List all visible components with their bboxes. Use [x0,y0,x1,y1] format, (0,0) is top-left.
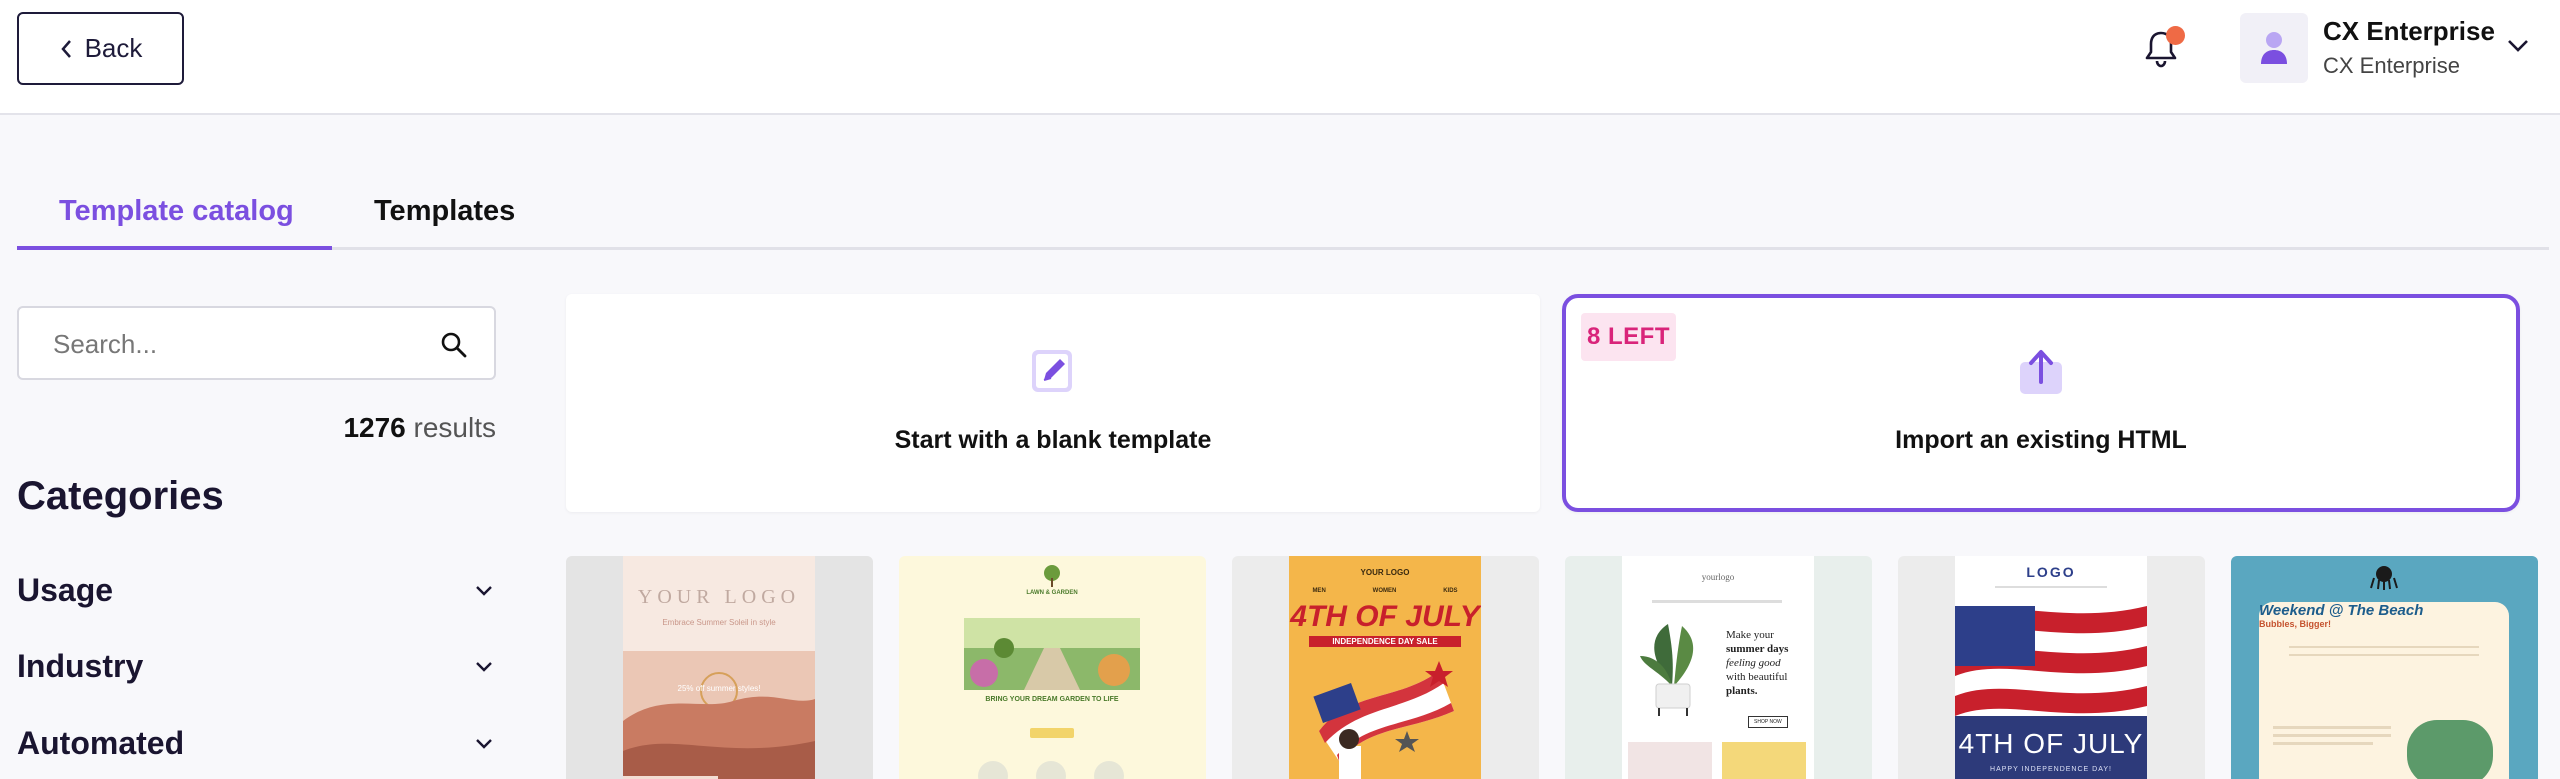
thumb-headline: Make your summer days feeling good with … [1726,628,1788,698]
category-industry[interactable]: Industry [17,640,496,690]
thumb-promo: 25% off summer styles! [677,684,761,693]
template-thumbnail: LAWN & GARDEN BRING YOUR DREAM GARDEN TO… [956,556,1148,779]
template-thumbnail: Weekend @ The Beach Bubbles, Bigger! [2259,602,2509,779]
edit-icon [1032,350,1072,392]
user-icon [2261,32,2287,64]
thumb-photo [2407,720,2493,779]
plant-illustration [1640,624,1694,716]
search-box [17,306,496,380]
thumb-photo [1722,742,1806,779]
thumb-circle [1036,761,1066,779]
thumb-divider [2289,646,2479,648]
search-icon[interactable] [439,330,469,360]
remaining-badge: 8 LEFT [1581,313,1677,361]
results-label: results [413,412,496,443]
thumb-headline-line: Make your [1726,629,1774,641]
category-usage[interactable]: Usage [17,564,496,614]
template-tile[interactable]: YOUR LOGO MEN WOMEN KIDS 4TH OF JULY IND… [1232,556,1539,779]
category-label: Automated [17,725,185,761]
categories-title: Categories [17,474,224,518]
chevron-left-icon [60,39,71,58]
template-thumbnail: yourlogo Make your summer days feeling g… [1622,556,1814,779]
active-tab-indicator [17,246,332,250]
import-html-label: Import an existing HTML [1895,426,2187,454]
blank-template-label: Start with a blank template [894,426,1212,454]
thumb-logo: YOUR LOGO [1360,568,1410,577]
template-tile[interactable]: yourlogo Make your summer days feeling g… [1565,556,1872,779]
chevron-down-icon [476,586,492,596]
thumb-cta [1030,728,1074,738]
catalog-tabs: Template catalog Templates [17,180,2549,250]
thumb-line [2273,742,2373,745]
chevron-down-icon [476,662,492,672]
back-button[interactable]: Back [17,12,184,85]
tree-icon [1044,565,1060,587]
chevron-down-icon [476,739,492,749]
thumb-nav-item: MEN [1312,588,1326,594]
thumb-headline-line: feeling good [1726,657,1781,669]
thumb-logo: YOUR LOGO [637,586,801,608]
thumb-subhead: INDEPENDENCE DAY SALE [1309,636,1461,647]
template-tile[interactable]: LOGO 4TH OF JULY HAPPY INDEPENDENCE DAY! [1898,556,2205,779]
results-number: 1276 [343,412,406,443]
thumb-nav-bar [1995,586,2107,588]
flag-illustration [1313,661,1454,779]
avatar[interactable] [2240,13,2308,83]
octopus-icon [2370,566,2398,590]
thumb-headline: 4TH OF JULY [1958,728,2144,759]
thumb-cta: SHOP NOW [1748,716,1788,728]
thumb-nav-bar [1652,600,1782,603]
thumb-headline: BRING YOUR DREAM GARDEN TO LIFE [985,696,1119,703]
notification-dot [2166,26,2185,45]
search-input[interactable] [53,326,433,362]
import-html-card[interactable]: 8 LEFT Import an existing HTML [1562,294,2520,512]
top-bar: Back CX Enterprise CX Enterprise [0,0,2560,115]
thumb-logo: yourlogo [1701,572,1735,582]
back-button-label: Back [84,33,143,63]
template-thumbnail: LOGO 4TH OF JULY HAPPY INDEPENDENCE DAY! [1955,556,2147,779]
upload-icon [2020,350,2062,394]
category-label: Industry [17,648,144,684]
tab-template-catalog[interactable]: Template catalog [59,195,294,228]
template-tile[interactable]: YOUR LOGO Embrace Summer Soleil in style… [566,556,873,779]
thumb-nav-item: KIDS [1443,588,1458,594]
garden-photo [964,618,1140,690]
thumb-photo [1628,742,1712,779]
desert-illustration [623,651,815,779]
thumb-headline: 4TH OF JULY [1290,600,1480,633]
thumb-headline-line: summer days [1726,643,1789,655]
thumb-circle [1094,761,1124,779]
category-label: Usage [17,572,114,608]
template-thumbnail: YOUR LOGO Embrace Summer Soleil in style… [623,556,815,779]
thumb-circle [978,761,1008,779]
thumb-headline: Weekend @ The Beach [2259,602,2424,619]
thumb-line [2273,726,2391,729]
template-tile[interactable]: Weekend @ The Beach Bubbles, Bigger! [2231,556,2538,779]
account-subtitle: CX Enterprise [2323,53,2460,78]
thumb-divider [2289,654,2479,656]
chevron-down-icon[interactable] [2506,38,2530,54]
thumb-subhead: HAPPY INDEPENDENCE DAY! [1990,766,2112,773]
blank-template-card[interactable]: Start with a blank template [566,294,1540,512]
tab-templates[interactable]: Templates [374,195,515,228]
thumb-headline-line: with beautiful [1726,671,1788,683]
thumb-brand: LAWN & GARDEN [1026,590,1078,596]
thumb-nav-item: WOMEN [1372,588,1397,594]
thumb-subhead: Bubbles, Bigger! [2259,619,2332,629]
thumb-headline: Embrace Summer Soleil in style [662,618,776,627]
thumb-logo: LOGO [2026,564,2076,580]
thumb-nav: MEN WOMEN KIDS [1289,588,1481,594]
thumb-line [2273,734,2391,737]
template-tile[interactable]: LAWN & GARDEN BRING YOUR DREAM GARDEN TO… [899,556,1206,779]
results-count: 1276 results [343,412,496,444]
account-name[interactable]: CX Enterprise [2323,16,2495,47]
thumb-headline-line: plants. [1726,685,1758,697]
category-automated[interactable]: Automated [17,717,496,767]
template-thumbnail: YOUR LOGO MEN WOMEN KIDS 4TH OF JULY IND… [1289,556,1481,779]
